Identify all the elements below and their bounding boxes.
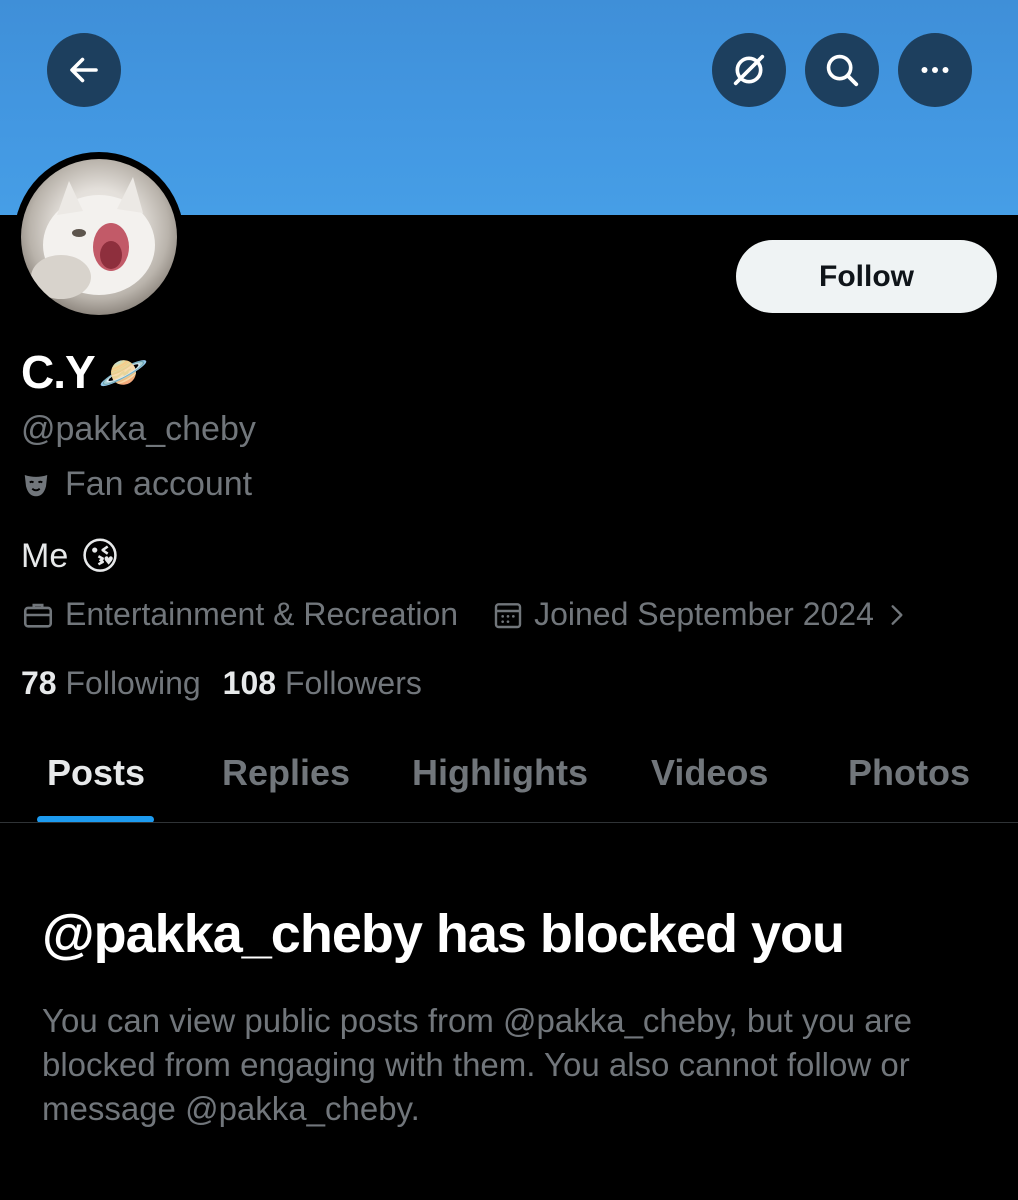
kiss-emoji-icon: 😘 [80, 536, 120, 578]
calendar-icon [494, 602, 522, 628]
profile-meta: Entertainment & Recreation Joined Septem… [21, 596, 910, 633]
followers-link[interactable]: 108 Followers [223, 665, 422, 702]
planet-emoji-icon: 🪐 [98, 350, 149, 395]
tab-posts[interactable]: Posts [47, 752, 145, 794]
avatar[interactable] [14, 152, 184, 322]
mask-icon [24, 474, 48, 496]
category-label: Fan account [65, 465, 253, 503]
joined-label: Joined September 2024 [534, 596, 874, 632]
grok-slash-icon [733, 54, 765, 86]
back-button[interactable] [47, 33, 121, 107]
joined-date[interactable]: Joined September 2024 [492, 596, 910, 633]
follow-button[interactable]: Follow [736, 240, 997, 313]
tab-videos[interactable]: Videos [651, 752, 768, 794]
followers-label: Followers [284, 665, 422, 701]
profile-tabs: Posts Replies Highlights Videos Photos [0, 735, 1018, 823]
arrow-left-icon [70, 57, 98, 83]
blocked-title: @pakka_cheby has blocked you [42, 904, 845, 964]
bio-text: Me [21, 537, 69, 575]
profile-name: C.Y 🪐 [21, 345, 148, 399]
followers-count: 108 [222, 665, 277, 701]
blocked-description: You can view public posts from @pakka_ch… [42, 1002, 912, 1127]
profile-category: Fan account [21, 465, 252, 504]
grok-button[interactable] [712, 33, 786, 107]
following-link[interactable]: 78 Following [21, 665, 201, 702]
following-count: 78 [21, 665, 57, 701]
tabs-divider [0, 822, 1018, 823]
search-button[interactable] [805, 33, 879, 107]
avatar-image [21, 159, 177, 315]
profile-name-text: C.Y [21, 346, 96, 398]
tab-photos[interactable]: Photos [848, 752, 970, 794]
follow-stats: 78 Following 108 Followers [21, 665, 422, 702]
chevron-right-icon [891, 604, 903, 625]
search-icon [826, 54, 859, 87]
professional-category-label: Entertainment & Recreation [65, 596, 459, 632]
tab-replies[interactable]: Replies [222, 752, 350, 794]
more-options-button[interactable] [898, 33, 972, 107]
briefcase-icon [23, 603, 53, 628]
professional-category: Entertainment & Recreation [21, 596, 458, 633]
tab-highlights[interactable]: Highlights [412, 752, 588, 794]
more-horizontal-icon [921, 67, 949, 73]
profile-handle: @pakka_cheby [21, 410, 256, 448]
following-label: Following [65, 665, 201, 701]
profile-bio: Me 😘 [21, 534, 120, 579]
